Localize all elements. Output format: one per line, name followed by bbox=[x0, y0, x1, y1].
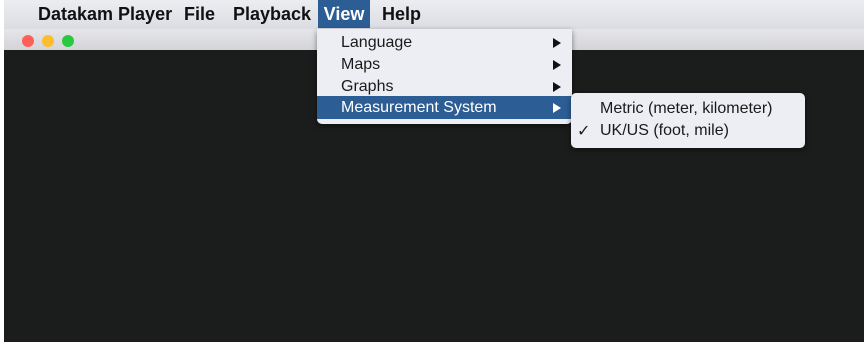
submenu-item-uk-us[interactable]: ✓ UK/US (foot, mile) bbox=[571, 119, 805, 143]
submenu-arrow-icon bbox=[553, 103, 561, 113]
view-menu-item-language[interactable]: Language bbox=[317, 31, 572, 54]
menu-view[interactable]: View bbox=[318, 0, 370, 28]
menu-bar: Datakam Player File Playback View Help bbox=[4, 0, 864, 30]
submenu-item-metric[interactable]: Metric (meter, kilometer) bbox=[571, 97, 805, 121]
submenu-item-label: Metric (meter, kilometer) bbox=[600, 100, 773, 117]
view-menu-item-maps[interactable]: Maps bbox=[317, 53, 572, 76]
view-menu-dropdown: Language Maps Graphs Measurement System bbox=[317, 29, 572, 124]
menu-item-label: Measurement System bbox=[341, 99, 497, 116]
view-menu-item-measurement-system[interactable]: Measurement System bbox=[317, 96, 572, 119]
menu-item-label: Maps bbox=[341, 56, 381, 73]
menu-app-name[interactable]: Datakam Player bbox=[38, 0, 172, 29]
checkmark-icon: ✓ bbox=[577, 121, 591, 140]
zoom-window-button[interactable] bbox=[62, 35, 74, 47]
minimize-window-button[interactable] bbox=[42, 35, 54, 47]
view-menu-item-graphs[interactable]: Graphs bbox=[317, 75, 572, 98]
menu-item-label: Language bbox=[341, 34, 413, 51]
measurement-system-submenu: Metric (meter, kilometer) ✓ UK/US (foot,… bbox=[571, 93, 805, 148]
close-window-button[interactable] bbox=[22, 35, 34, 47]
submenu-arrow-icon bbox=[553, 38, 561, 48]
menu-playback[interactable]: Playback bbox=[233, 0, 311, 29]
menu-help[interactable]: Help bbox=[382, 0, 421, 29]
submenu-arrow-icon bbox=[553, 60, 561, 70]
menu-file[interactable]: File bbox=[184, 0, 215, 29]
submenu-item-label: UK/US (foot, mile) bbox=[600, 122, 729, 139]
menu-item-label: Graphs bbox=[341, 78, 394, 95]
submenu-arrow-icon bbox=[553, 82, 561, 92]
